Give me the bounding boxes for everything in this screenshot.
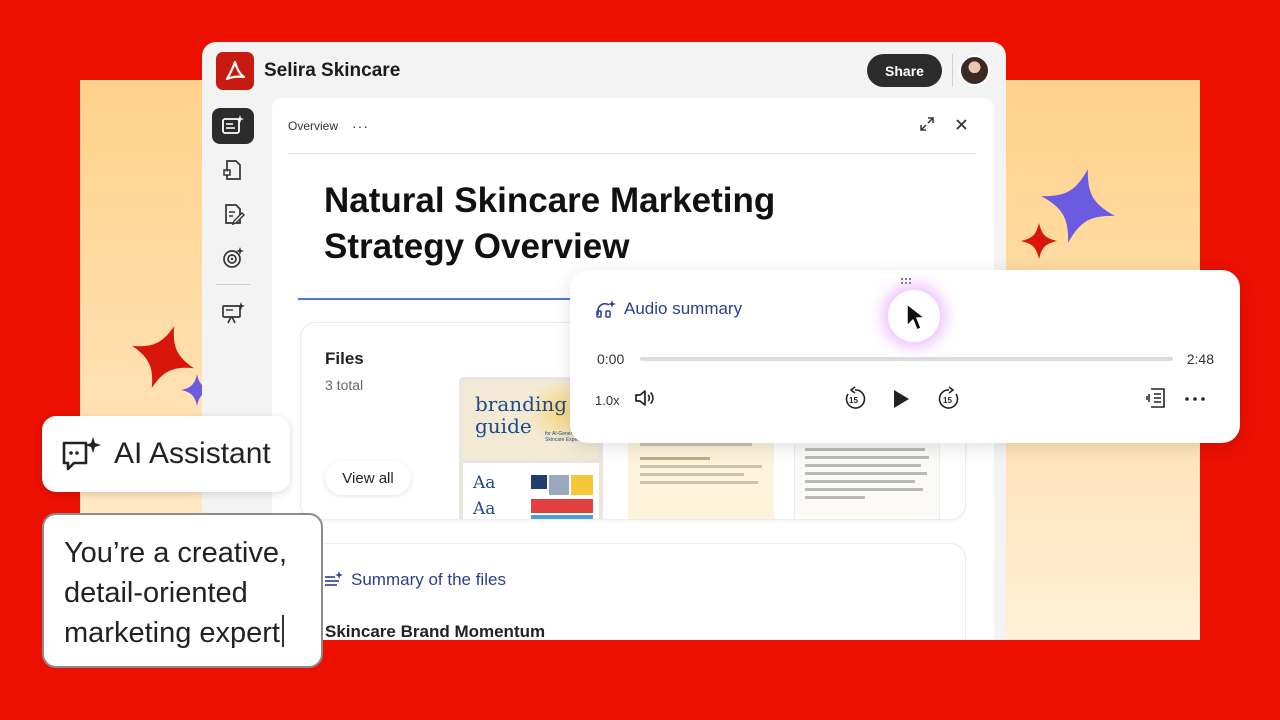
- ai-chat-sparkle-icon: [62, 437, 101, 471]
- skip-forward-label: 15: [943, 396, 952, 405]
- thumb-line: [805, 496, 865, 499]
- play-icon[interactable]: [890, 388, 912, 410]
- files-title: Files: [325, 349, 364, 368]
- rail-target-sparkle[interactable]: [212, 240, 254, 276]
- thumb-line: [805, 464, 921, 467]
- swatch: [531, 515, 593, 519]
- more-options-button[interactable]: ···: [352, 118, 369, 134]
- presentation-sparkle-icon: [222, 302, 245, 324]
- files-count: 3 total: [325, 377, 364, 393]
- thumb-line: [640, 465, 762, 468]
- swatch: [549, 475, 569, 495]
- summary-title: Summary of the files: [351, 570, 506, 589]
- drag-handle-icon[interactable]: [900, 277, 912, 285]
- share-button[interactable]: Share: [867, 54, 942, 87]
- summary-card: Summary of the files Skincare Brand Mome…: [300, 543, 966, 640]
- prompt-line: marketing expert: [64, 617, 280, 649]
- rail-presentation-sparkle[interactable]: [212, 295, 254, 331]
- thumb-line: [805, 456, 929, 459]
- swatch: [531, 475, 547, 489]
- rail-document-edit[interactable]: [212, 196, 254, 232]
- rail-ai-assistant[interactable]: [212, 108, 254, 144]
- volume-icon[interactable]: [633, 386, 657, 410]
- skip-back-15-icon[interactable]: 15: [842, 386, 868, 412]
- tab-overview[interactable]: Overview: [288, 119, 338, 133]
- app-title: Selira Skincare: [264, 60, 401, 81]
- prompt-input[interactable]: You’re a creative, detail-oriented marke…: [42, 513, 323, 668]
- thumb-line: [805, 472, 927, 475]
- swatch: [531, 499, 593, 513]
- document-edit-icon: [225, 204, 245, 226]
- thumb-line: [805, 480, 915, 483]
- thumb-line: [805, 448, 925, 451]
- panel-toolbar: Overview ···: [288, 118, 369, 134]
- svg-text:“: “: [225, 169, 229, 177]
- ai-assistant-icon: [222, 115, 244, 134]
- summary-heading: Summary of the files: [323, 570, 506, 590]
- sparkle-red-right-icon: [1021, 223, 1057, 259]
- rail-separator: [216, 284, 250, 285]
- expand-icon[interactable]: [919, 116, 935, 132]
- title-underline: [298, 298, 598, 300]
- time-total: 2:48: [1186, 351, 1214, 367]
- swatch: [571, 475, 593, 495]
- time-elapsed: 0:00: [597, 351, 625, 367]
- rail-document-quote[interactable]: “: [212, 152, 254, 188]
- document-quote-icon: “: [223, 160, 241, 180]
- thumb-line: [640, 457, 710, 460]
- audio-summary-heading: Audio summary: [596, 299, 742, 319]
- target-sparkle-icon: [223, 247, 244, 268]
- ai-assistant-chip[interactable]: AI Assistant: [42, 416, 290, 492]
- prompt-line-last: marketing expert: [64, 613, 301, 653]
- avatar[interactable]: [959, 55, 990, 86]
- thumb-line: [640, 481, 758, 484]
- skip-forward-15-icon[interactable]: 15: [936, 386, 962, 412]
- document-title: Natural Skincare Marketing Strategy Over…: [324, 181, 776, 266]
- thumb-line: [640, 473, 744, 476]
- view-all-button[interactable]: View all: [325, 461, 411, 495]
- panel-divider: [288, 153, 976, 154]
- thumb-type-sample: Aa: [473, 473, 496, 493]
- thumb-line: [640, 443, 752, 446]
- acrobat-logo-icon[interactable]: [216, 52, 254, 90]
- header-divider: [952, 54, 953, 87]
- playback-speed-button[interactable]: 1.0x: [595, 393, 620, 408]
- thumb-type-sample: Aa: [473, 499, 496, 519]
- transcript-icon[interactable]: [1144, 386, 1168, 410]
- audio-summary-title: Audio summary: [624, 299, 743, 318]
- audio-sparkle-icon: [596, 300, 616, 318]
- prompt-line: detail-oriented: [64, 577, 248, 609]
- skip-back-label: 15: [849, 396, 858, 405]
- left-rail: “: [212, 108, 256, 339]
- audio-progress-bar[interactable]: [640, 357, 1173, 361]
- summary-subtitle: Skincare Brand Momentum: [325, 622, 546, 640]
- more-options-icon[interactable]: [1184, 396, 1206, 402]
- ai-assistant-label: AI Assistant: [114, 437, 271, 470]
- thumb-line: [805, 488, 923, 491]
- panel-window-controls: [919, 116, 968, 132]
- mouse-cursor-highlight: [888, 290, 940, 342]
- cursor-arrow-icon: [906, 303, 926, 331]
- close-icon[interactable]: [955, 118, 968, 131]
- audio-summary-card: Audio summary 0:00 2:48 1.0x 15 15: [570, 270, 1240, 443]
- prompt-line: You’re a creative,: [64, 537, 288, 569]
- summary-sparkle-icon: [325, 571, 343, 586]
- text-caret: [282, 615, 284, 647]
